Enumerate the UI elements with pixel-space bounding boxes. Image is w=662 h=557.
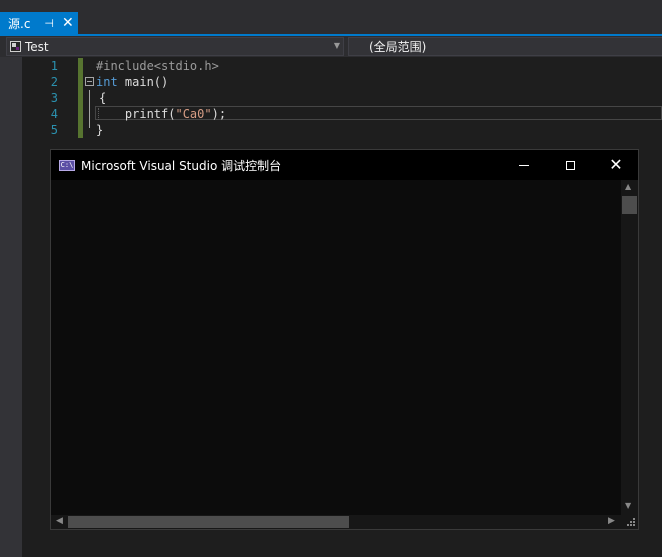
scope-dropdown[interactable]: (全局范围) (348, 37, 662, 56)
scroll-down-icon[interactable]: ▼ (625, 501, 631, 510)
close-icon: ✕ (609, 155, 623, 174)
printf-call: printf( (96, 107, 176, 121)
change-indicator (78, 74, 83, 90)
change-indicator (78, 106, 83, 122)
code-line-5: 5 } (0, 122, 662, 138)
code-line-2: 2 int main() (0, 74, 662, 90)
code-text: printf("Ca0"); (96, 106, 226, 122)
console-app-icon: C:\ (59, 159, 75, 171)
fold-guide (89, 90, 90, 106)
change-indicator (78, 58, 83, 74)
project-icon (10, 41, 21, 52)
fold-guide (89, 106, 90, 122)
scroll-right-icon[interactable]: ▶ (608, 516, 615, 526)
line-number: 5 (50, 123, 58, 137)
chevron-down-icon: ▼ (333, 41, 340, 50)
minimize-button[interactable] (501, 150, 547, 180)
code-text: #include<stdio.h> (96, 59, 219, 73)
tab-label: 源.c (8, 16, 31, 31)
code-line-4: 4 printf("Ca0"); (0, 106, 662, 122)
fold-guide (89, 122, 90, 128)
project-dropdown[interactable]: Test ▼ (6, 37, 344, 56)
scroll-up-icon[interactable]: ▲ (625, 182, 631, 191)
close-button[interactable]: ✕ (593, 150, 639, 180)
vertical-scrollbar[interactable]: ▲ ▼ (621, 180, 638, 515)
code-text: { (99, 91, 107, 105)
project-name: Test (25, 39, 49, 54)
line-number: 4 (50, 107, 58, 121)
scroll-left-icon[interactable]: ◀ (56, 516, 63, 526)
scope-label: (全局范围) (369, 40, 427, 54)
code-line-1: 1 #include<stdio.h> (0, 58, 662, 74)
navigation-bar: Test ▼ (全局范围) (0, 36, 662, 57)
keyword-int: int (96, 75, 118, 89)
code-line-3: 3 { (0, 90, 662, 106)
pin-icon[interactable]: ⊣ (44, 17, 54, 30)
document-tab-strip: 源.c ⊣ ✕ (0, 0, 662, 36)
line-number: 3 (50, 91, 58, 105)
code-text: int main() (96, 74, 168, 90)
maximize-button[interactable] (547, 150, 593, 180)
horizontal-scrollbar[interactable]: ◀ ▶ (51, 515, 621, 529)
change-indicator (78, 90, 83, 106)
code-text: } (96, 123, 104, 137)
console-output-area[interactable] (51, 180, 621, 515)
console-title-bar[interactable]: C:\ Microsoft Visual Studio 调试控制台 ✕ (51, 150, 638, 180)
maximize-icon (565, 160, 575, 170)
tab-source-file[interactable]: 源.c ⊣ ✕ (0, 12, 78, 34)
close-tab-icon[interactable]: ✕ (62, 16, 74, 30)
statement-end: ); (211, 107, 227, 121)
line-number: 1 (50, 59, 58, 73)
console-title: Microsoft Visual Studio 调试控制台 (81, 158, 282, 173)
minimize-icon (519, 164, 529, 166)
horizontal-scroll-thumb[interactable] (68, 516, 349, 528)
line-number: 2 (50, 75, 58, 89)
resize-grip-icon[interactable] (621, 515, 638, 529)
function-signature: main() (117, 75, 169, 89)
debug-console-window[interactable]: C:\ Microsoft Visual Studio 调试控制台 ✕ ▲ ▼ … (50, 149, 639, 530)
change-indicator (78, 122, 83, 138)
vertical-scroll-thumb[interactable] (622, 196, 637, 214)
string-literal: "Ca0" (175, 107, 212, 121)
collapse-icon[interactable] (85, 77, 94, 86)
